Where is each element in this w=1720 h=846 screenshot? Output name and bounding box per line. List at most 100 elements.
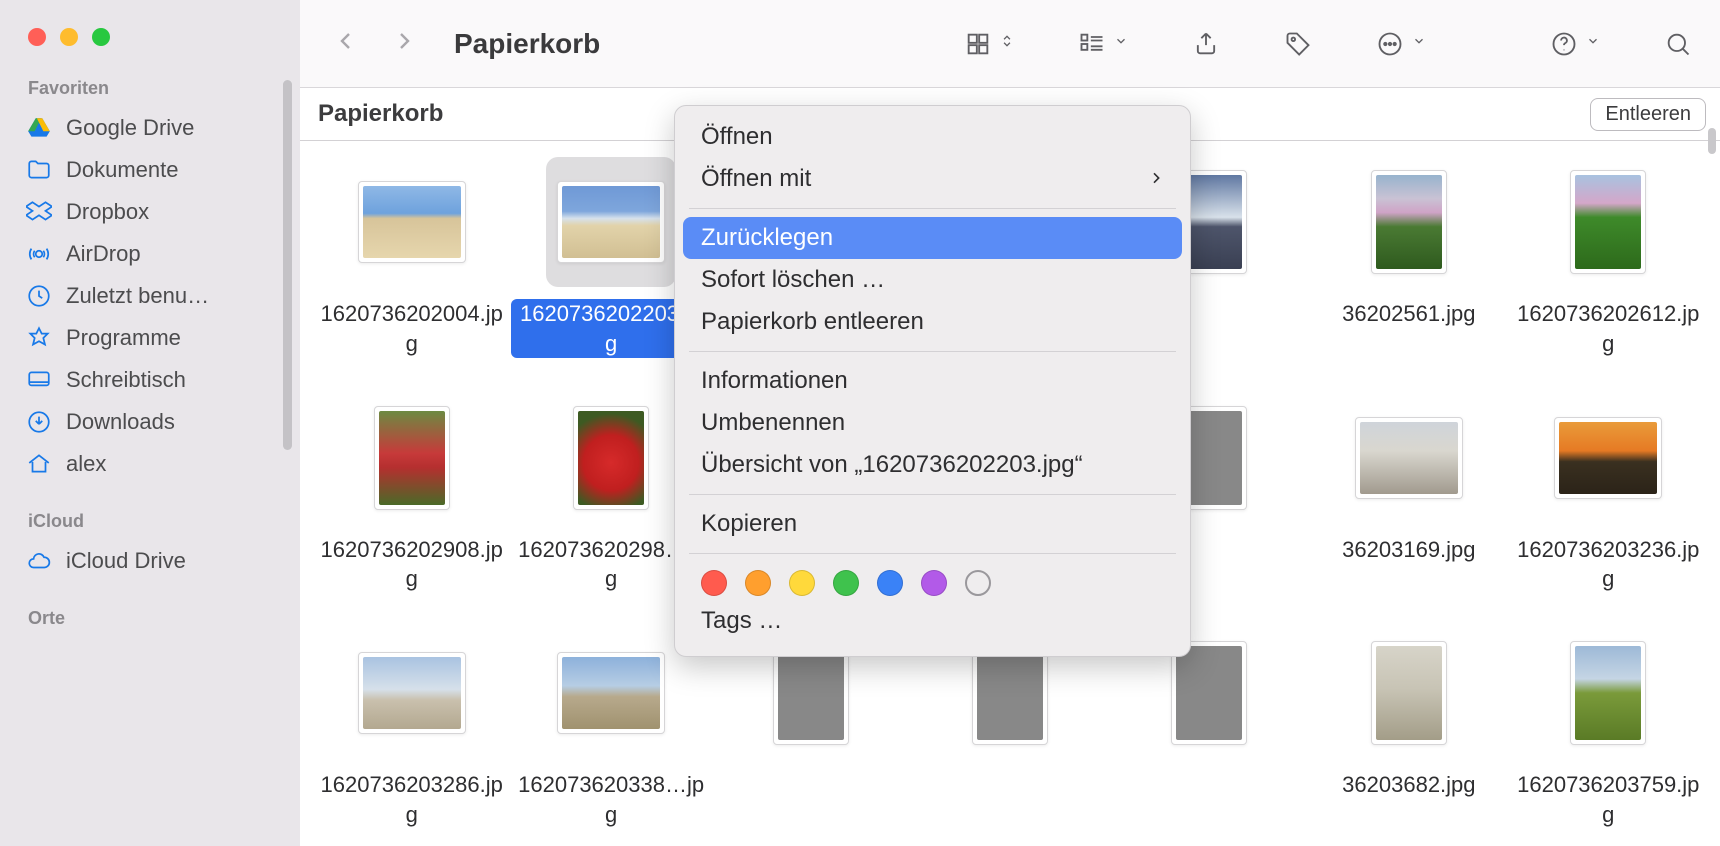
sidebar-item-airdrop[interactable]: AirDrop xyxy=(0,233,300,275)
sidebar-item-documents[interactable]: Dokumente xyxy=(0,149,300,191)
file-thumbnail xyxy=(358,181,466,263)
file-thumb-wrap xyxy=(546,393,676,523)
file-thumbnail xyxy=(1554,417,1662,499)
nav-forward-button[interactable] xyxy=(392,29,416,58)
file-thumb-wrap xyxy=(347,393,477,523)
file-thumbnail xyxy=(557,181,665,263)
file-thumbnail xyxy=(374,406,450,510)
cm-open-with[interactable]: Öffnen mit xyxy=(675,158,1190,200)
chevron-right-icon xyxy=(1148,165,1164,193)
sidebar-item-applications[interactable]: Programme xyxy=(0,317,300,359)
help-button[interactable] xyxy=(1550,30,1600,58)
file-thumbnail xyxy=(1371,170,1447,274)
cm-separator xyxy=(689,208,1176,209)
empty-trash-button[interactable]: Entleeren xyxy=(1590,98,1706,131)
sidebar-scrollbar[interactable] xyxy=(283,80,292,450)
search-button[interactable] xyxy=(1664,30,1692,58)
sidebar-item-downloads[interactable]: Downloads xyxy=(0,401,300,443)
content-scrollbar[interactable] xyxy=(1708,128,1716,154)
cm-tags-more[interactable]: Tags … xyxy=(675,600,1190,642)
file-thumb-wrap xyxy=(1543,157,1673,287)
cm-open[interactable]: Öffnen xyxy=(675,116,1190,158)
sidebar-item-home[interactable]: alex xyxy=(0,443,300,485)
sidebar-item-label: Zuletzt benu… xyxy=(66,283,209,309)
file-item[interactable]: 36203169.jpg xyxy=(1309,393,1508,611)
desktop-icon xyxy=(26,367,52,393)
sidebar-item-label: Dokumente xyxy=(66,157,179,183)
tag-none-dot[interactable] xyxy=(965,570,991,596)
window-zoom-button[interactable] xyxy=(92,28,110,46)
file-item[interactable]: 36202561.jpg xyxy=(1309,157,1508,375)
file-item[interactable] xyxy=(910,628,1109,846)
tag-color-dot[interactable] xyxy=(833,570,859,596)
airdrop-icon xyxy=(26,241,52,267)
cm-put-back[interactable]: Zurücklegen xyxy=(683,217,1182,259)
file-name: 162073620338…jpg xyxy=(516,770,706,829)
file-thumb-wrap xyxy=(546,628,676,758)
file-name: 1620736203236.jpg xyxy=(1513,535,1703,594)
file-thumb-wrap xyxy=(1344,628,1474,758)
cm-info[interactable]: Informationen xyxy=(675,360,1190,402)
file-item[interactable] xyxy=(711,628,910,846)
window-close-button[interactable] xyxy=(28,28,46,46)
share-button[interactable] xyxy=(1192,30,1220,58)
file-thumb-wrap xyxy=(1344,157,1474,287)
chevron-down-icon xyxy=(1412,34,1426,53)
sidebar-section-icloud: iCloud xyxy=(0,485,300,540)
file-item[interactable]: 1620736203286.jpg xyxy=(312,628,511,846)
context-menu: Öffnen Öffnen mit Zurücklegen Sofort lös… xyxy=(674,105,1191,657)
sidebar-item-icloud-drive[interactable]: iCloud Drive xyxy=(0,540,300,582)
file-name: 1620736202612.jpg xyxy=(1513,299,1703,358)
file-thumbnail xyxy=(1570,170,1646,274)
file-name: 1620736203286.jpg xyxy=(317,770,507,829)
nav-back-button[interactable] xyxy=(334,29,358,58)
file-item[interactable]: 1620736202612.jpg xyxy=(1509,157,1708,375)
file-item[interactable]: 1620736202004.jpg xyxy=(312,157,511,375)
file-name: 36203169.jpg xyxy=(1342,535,1475,565)
cm-rename[interactable]: Umbenennen xyxy=(675,402,1190,444)
file-thumbnail xyxy=(557,652,665,734)
file-name: 1620736202004.jpg xyxy=(317,299,507,358)
cm-quick-look[interactable]: Übersicht von „1620736202203.jpg“ xyxy=(675,444,1190,486)
tag-color-dot[interactable] xyxy=(745,570,771,596)
file-thumbnail xyxy=(1570,641,1646,745)
cm-empty-trash[interactable]: Papierkorb entleeren xyxy=(675,301,1190,343)
nav-buttons xyxy=(334,29,416,58)
updown-icon xyxy=(1000,34,1014,53)
window-title: Papierkorb xyxy=(454,28,600,60)
file-thumb-wrap xyxy=(347,628,477,758)
file-item[interactable]: 36203682.jpg xyxy=(1309,628,1508,846)
tag-color-dot[interactable] xyxy=(789,570,815,596)
file-thumbnail xyxy=(1171,641,1247,745)
tags-button[interactable] xyxy=(1284,30,1312,58)
sidebar-item-google-drive[interactable]: Google Drive xyxy=(0,107,300,149)
file-name: 1620736202908.jpg xyxy=(317,535,507,594)
file-thumb-wrap xyxy=(347,157,477,287)
file-item[interactable]: 1620736202908.jpg xyxy=(312,393,511,611)
file-item[interactable]: 1620736203236.jpg xyxy=(1509,393,1708,611)
tag-color-dot[interactable] xyxy=(701,570,727,596)
sidebar-item-label: iCloud Drive xyxy=(66,548,186,574)
home-icon xyxy=(26,451,52,477)
view-mode-button[interactable] xyxy=(964,30,1014,58)
dropbox-icon xyxy=(26,199,52,225)
sidebar-item-recents[interactable]: Zuletzt benu… xyxy=(0,275,300,317)
file-item[interactable]: 1620736203759.jpg xyxy=(1509,628,1708,846)
more-button[interactable] xyxy=(1376,30,1426,58)
window-minimize-button[interactable] xyxy=(60,28,78,46)
tag-color-dot[interactable] xyxy=(921,570,947,596)
file-item[interactable] xyxy=(1110,628,1309,846)
sidebar-item-desktop[interactable]: Schreibtisch xyxy=(0,359,300,401)
clock-icon xyxy=(26,283,52,309)
file-thumbnail xyxy=(573,406,649,510)
sidebar-item-label: Downloads xyxy=(66,409,175,435)
group-button[interactable] xyxy=(1078,30,1128,58)
gdrive-icon xyxy=(26,115,52,141)
window-traffic-lights xyxy=(0,0,300,46)
sidebar-item-label: alex xyxy=(66,451,106,477)
cm-delete-now[interactable]: Sofort löschen … xyxy=(675,259,1190,301)
tag-color-dot[interactable] xyxy=(877,570,903,596)
sidebar-item-dropbox[interactable]: Dropbox xyxy=(0,191,300,233)
file-item[interactable]: 162073620338…jpg xyxy=(511,628,710,846)
cm-copy[interactable]: Kopieren xyxy=(675,503,1190,545)
